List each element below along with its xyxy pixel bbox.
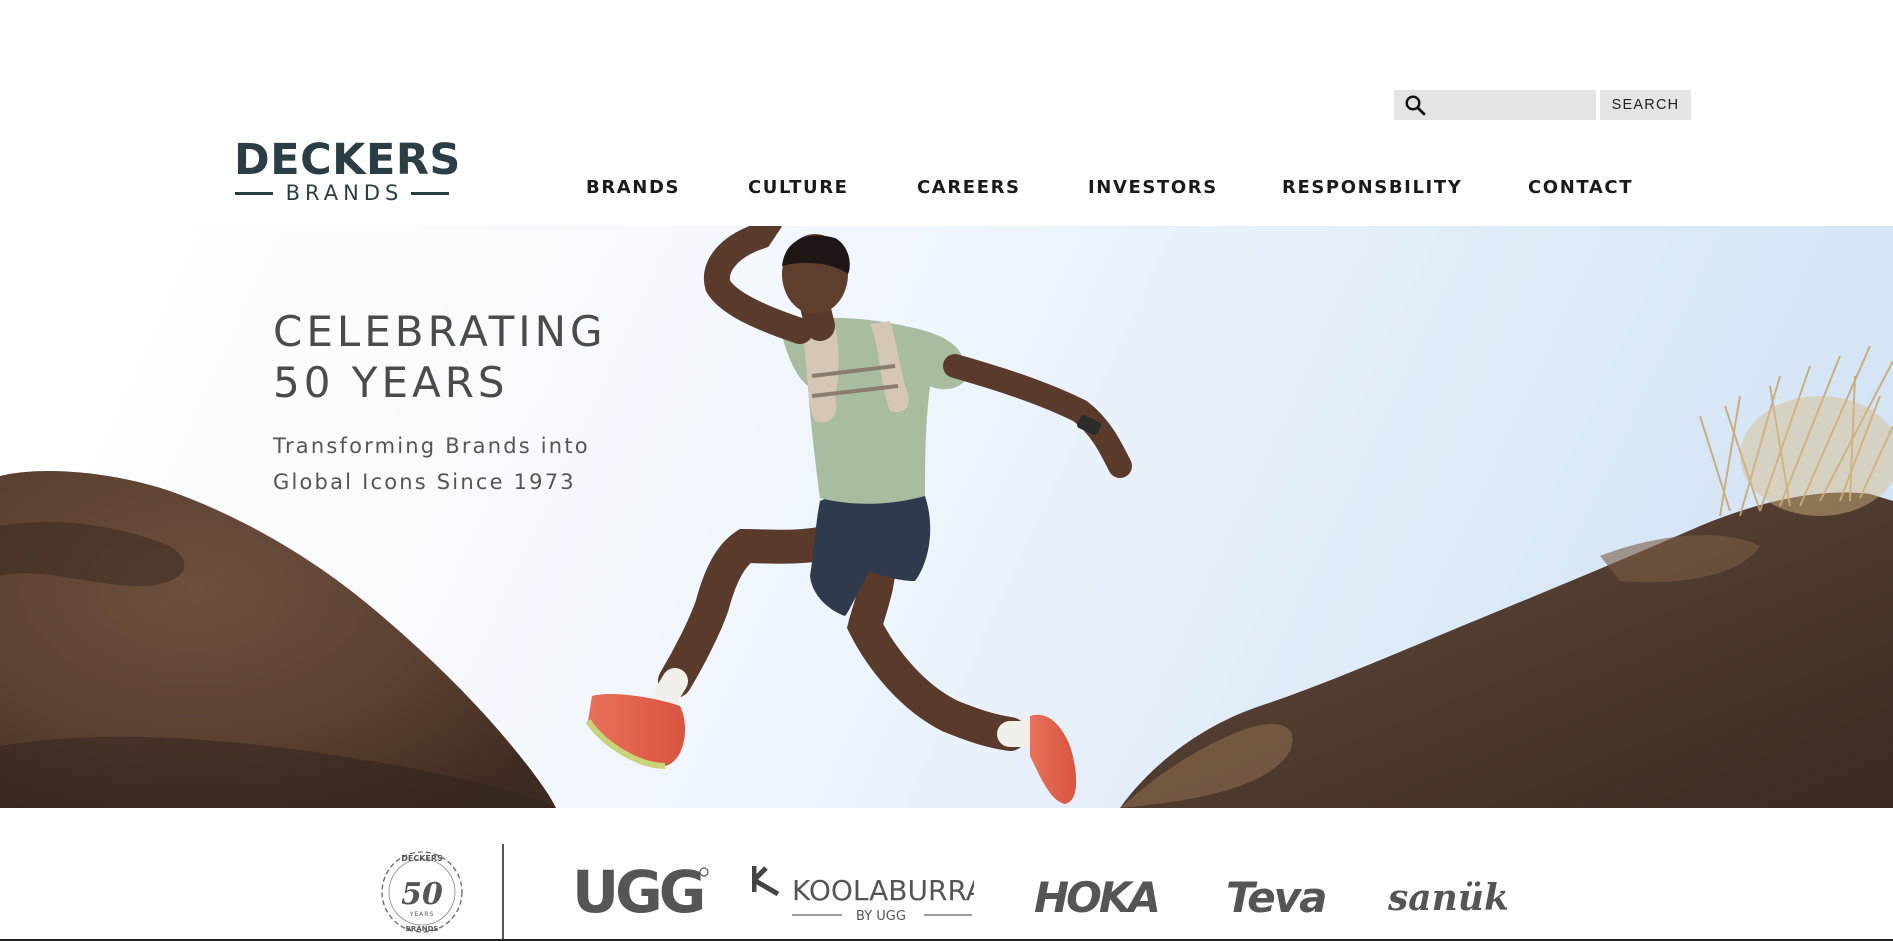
- logo-wordmark: DECKERS: [234, 135, 461, 185]
- logo-subline: BRANDS: [234, 180, 450, 206]
- sanuk-logo[interactable]: sanük: [1388, 866, 1508, 920]
- koolaburra-logo-text: KOOLABURRA: [792, 874, 974, 907]
- brand-divider: [502, 844, 504, 941]
- hero-title-line-2: 50 YEARS: [273, 358, 509, 407]
- hero-subtitle-line-1: Transforming Brands into: [273, 434, 590, 458]
- nav-item-culture[interactable]: CULTURE: [748, 175, 849, 201]
- search-button[interactable]: SEARCH: [1600, 90, 1691, 120]
- right-rock: [1120, 492, 1893, 808]
- hero-title: CELEBRATING 50 YEARS: [273, 306, 607, 408]
- teva-logo-text: Teva: [1226, 873, 1325, 920]
- hero-subtitle-line-2: Global Icons Since 1973: [273, 470, 576, 494]
- badge-top-text: DECKERS: [401, 854, 443, 863]
- badge-bottom-text: BRANDS: [406, 925, 439, 933]
- grass-tuft: [1740, 396, 1893, 516]
- brand-strip: DECKERS 50 YEARS BRANDS UGG KOOLABURRA B…: [0, 808, 1893, 941]
- runner-figure: [585, 226, 1132, 804]
- nav-item-investors[interactable]: INVESTORS: [1088, 175, 1218, 201]
- koolaburra-logo[interactable]: KOOLABURRA BY UGG: [752, 862, 974, 924]
- badge-middle-text: YEARS: [409, 911, 435, 918]
- hoka-logo-text: HOKA: [1034, 873, 1158, 920]
- badge-number: 50: [401, 877, 443, 912]
- search-icon: [1405, 95, 1426, 116]
- nav-item-brands[interactable]: BRANDS: [586, 175, 680, 201]
- ugg-logo[interactable]: UGG: [572, 860, 712, 922]
- left-rock: [0, 471, 556, 808]
- teva-logo[interactable]: Teva: [1226, 870, 1350, 920]
- sanuk-logo-text: sanük: [1388, 877, 1508, 919]
- deckers-brands-logo[interactable]: DECKERS BRANDS: [234, 135, 461, 206]
- search-input[interactable]: [1428, 93, 1592, 119]
- logo-sub-text: BRANDS: [285, 181, 404, 205]
- nav-item-careers[interactable]: CAREERS: [917, 175, 1021, 201]
- logo-rule-left: [234, 191, 273, 195]
- logo-rule-right: [411, 191, 450, 195]
- hero-banner: CELEBRATING 50 YEARS Transforming Brands…: [0, 226, 1893, 808]
- hero-subtitle: Transforming Brands into Global Icons Si…: [273, 428, 590, 500]
- nav-item-contact[interactable]: CONTACT: [1528, 175, 1633, 201]
- deckers-50-years-badge: DECKERS 50 YEARS BRANDS: [381, 851, 463, 933]
- nav-item-responsibility[interactable]: RESPONSBILITY: [1282, 175, 1462, 201]
- ugg-logo-text: UGG: [572, 860, 703, 922]
- hero-title-line-1: CELEBRATING: [273, 307, 607, 356]
- koolaburra-sub-text: BY UGG: [856, 909, 906, 924]
- search-box[interactable]: [1394, 90, 1596, 120]
- hoka-logo[interactable]: HOKA: [1034, 870, 1170, 920]
